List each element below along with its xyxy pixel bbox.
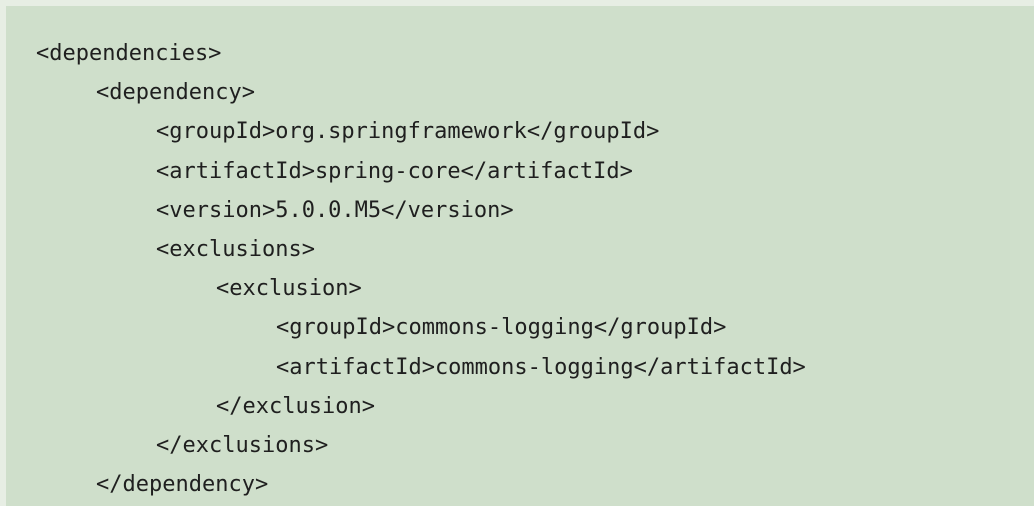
code-line: </exclusion> [216, 393, 375, 419]
code-line: <dependency> [96, 80, 255, 106]
code-line: <groupId>commons-logging</groupId> [276, 315, 727, 341]
code-line: <dependencies> [36, 41, 222, 66]
code-line: </dependency> [96, 472, 269, 498]
code-line: <version>5.0.0.M5</version> [156, 197, 514, 223]
code-line: <artifactId>commons-logging</artifactId> [276, 354, 806, 380]
code-line: <artifactId>spring-core</artifactId> [156, 158, 633, 184]
code-line: <exclusion> [216, 276, 362, 302]
code-line: <groupId>org.springframework</groupId> [156, 119, 660, 145]
code-line: <exclusions> [156, 236, 315, 262]
code-line: </exclusions> [156, 432, 329, 458]
code-block: <dependencies> <dependency> <groupId>org… [6, 6, 1034, 506]
